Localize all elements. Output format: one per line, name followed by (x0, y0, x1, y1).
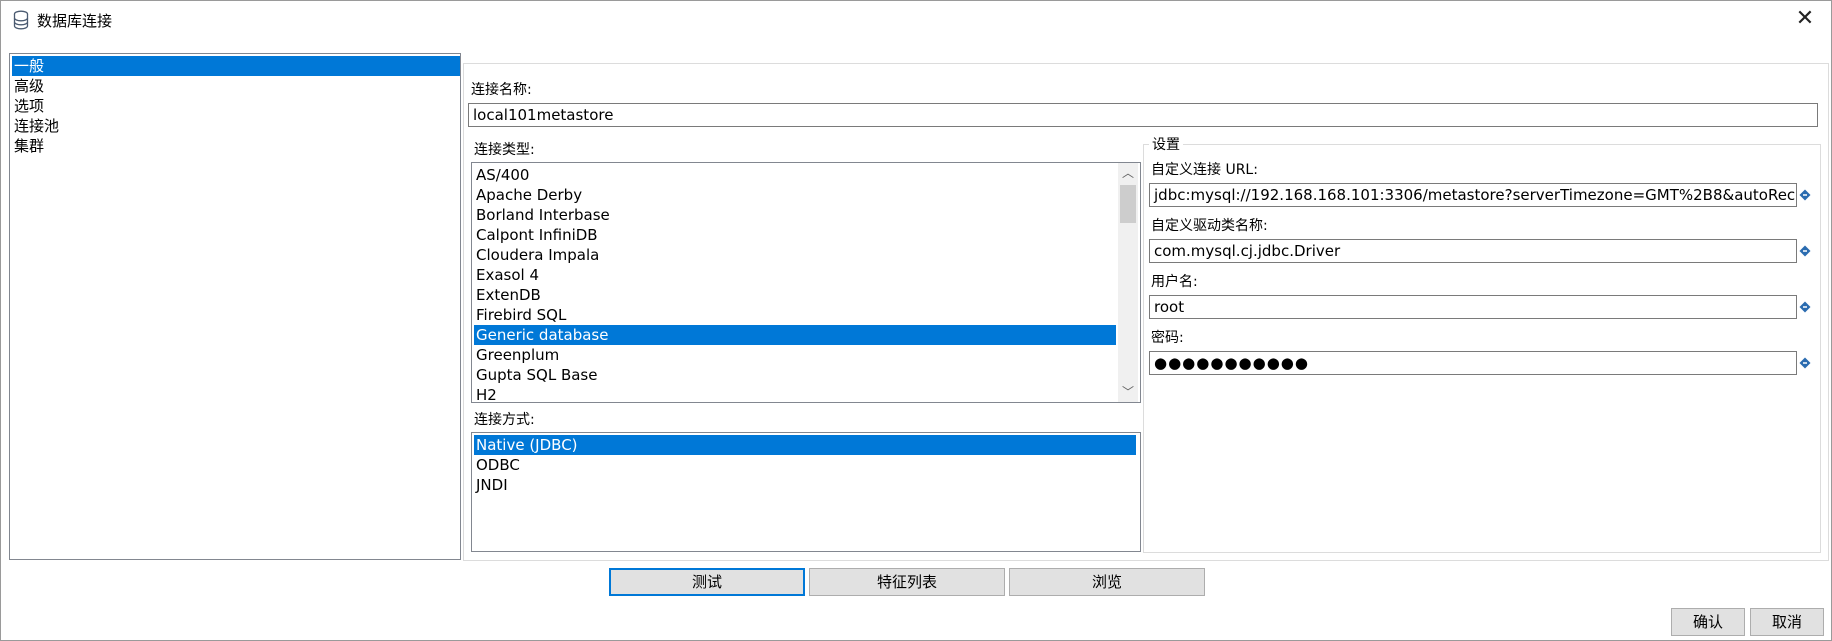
variable-icon[interactable] (1799, 189, 1811, 201)
username-label: 用户名: (1151, 274, 1198, 290)
custom-driver-input[interactable]: com.mysql.cj.jdbc.Driver (1149, 239, 1797, 263)
list-item[interactable]: Cloudera Impala (474, 245, 1116, 265)
username-input[interactable]: root (1149, 295, 1797, 319)
category-list: 一般 高级 选项 连接池 集群 (9, 53, 461, 560)
custom-url-input[interactable]: jdbc:mysql://192.168.168.101:3306/metast… (1149, 183, 1797, 207)
database-connection-dialog: 数据库连接 ✕ 一般 高级 选项 连接池 集群 连接名称: local101me… (0, 0, 1832, 641)
window-title: 数据库连接 (37, 12, 113, 30)
custom-url-label: 自定义连接 URL: (1151, 162, 1258, 178)
access-method-label: 连接方式: (474, 412, 535, 428)
list-item[interactable]: Calpont InfiniDB (474, 225, 1116, 245)
list-item[interactable]: JNDI (474, 475, 1136, 495)
list-item[interactable]: Greenplum (474, 345, 1116, 365)
connection-type-label: 连接类型: (474, 142, 535, 158)
ok-button[interactable]: 确认 (1671, 608, 1745, 636)
variable-icon[interactable] (1799, 357, 1811, 369)
scroll-up-icon[interactable]: ︿ (1118, 163, 1138, 183)
title-bar: 数据库连接 ✕ (1, 1, 1831, 39)
database-icon (13, 10, 29, 30)
list-item[interactable]: ExtenDB (474, 285, 1116, 305)
connection-name-input[interactable]: local101metastore (468, 103, 1818, 127)
list-item-selected[interactable]: Native (JDBC) (474, 435, 1136, 455)
test-button[interactable]: 测试 (609, 568, 805, 596)
list-item[interactable]: Borland Interbase (474, 205, 1116, 225)
category-item-general[interactable]: 一般 (12, 56, 460, 76)
list-item[interactable]: Exasol 4 (474, 265, 1116, 285)
connection-name-label: 连接名称: (471, 82, 532, 98)
close-icon[interactable]: ✕ (1793, 7, 1817, 31)
explore-button[interactable]: 浏览 (1009, 568, 1205, 596)
category-item-clustering[interactable]: 集群 (12, 136, 460, 156)
feature-list-button[interactable]: 特征列表 (809, 568, 1005, 596)
list-item[interactable]: AS/400 (474, 165, 1116, 185)
list-item[interactable]: Gupta SQL Base (474, 365, 1116, 385)
list-item[interactable]: ODBC (474, 455, 1136, 475)
list-item[interactable]: H2 (474, 385, 1116, 402)
custom-driver-label: 自定义驱动类名称: (1151, 218, 1268, 234)
connection-type-list: AS/400 Apache Derby Borland Interbase Ca… (471, 162, 1141, 403)
password-label: 密码: (1151, 330, 1184, 346)
variable-icon[interactable] (1799, 245, 1811, 257)
category-item-pooling[interactable]: 连接池 (12, 116, 460, 136)
variable-icon[interactable] (1799, 301, 1811, 313)
list-item[interactable]: Firebird SQL (474, 305, 1116, 325)
category-item-options[interactable]: 选项 (12, 96, 460, 116)
scroll-down-icon[interactable]: ﹀ (1118, 382, 1138, 402)
connection-type-scrollbar[interactable]: ︿ ﹀ (1118, 163, 1138, 402)
password-input[interactable]: ●●●●●●●●●●● (1149, 351, 1797, 375)
settings-group-title: 设置 (1149, 134, 1183, 154)
list-item[interactable]: Apache Derby (474, 185, 1116, 205)
list-item-selected[interactable]: Generic database (474, 325, 1116, 345)
cancel-button[interactable]: 取消 (1750, 608, 1824, 636)
category-item-advanced[interactable]: 高级 (12, 76, 460, 96)
scroll-thumb[interactable] (1120, 185, 1136, 223)
access-method-list: Native (JDBC) ODBC JNDI (471, 432, 1141, 552)
